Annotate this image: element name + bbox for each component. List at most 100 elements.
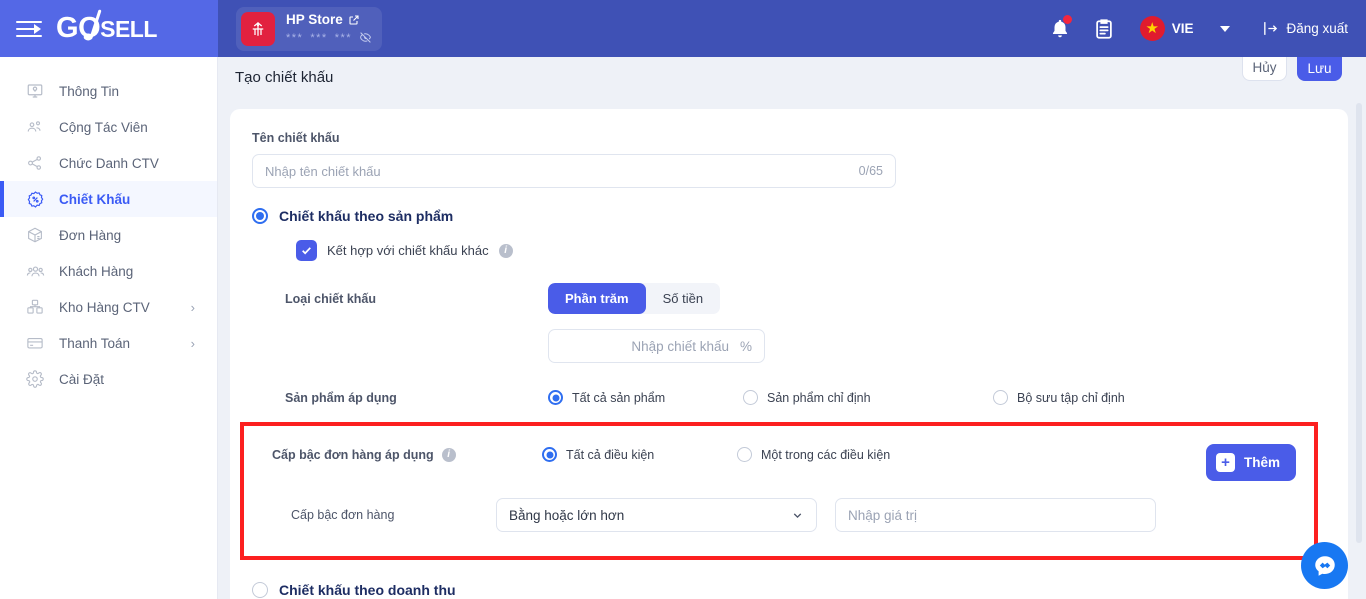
top-bar-actions: ★ VIE Đăng xuất (1038, 9, 1348, 49)
collaborators-icon (24, 117, 46, 137)
masked-2: *** (310, 31, 328, 44)
check-icon (302, 247, 311, 255)
amount-placeholder: Nhập chiết khấu (631, 338, 729, 354)
sidebar-item-label: Thanh Toán (59, 335, 131, 351)
product-discount-radio[interactable] (252, 208, 268, 224)
info-icon[interactable]: i (498, 243, 513, 258)
order-tier-value-row: Cấp bậc đơn hàng Bằng hoặc lớn hơn Nhập … (244, 498, 1314, 532)
sidebar-item-khach-hang[interactable]: Khách Hàng (0, 253, 217, 289)
eye-off-icon[interactable] (359, 31, 372, 44)
order-tier-operator-select[interactable]: Bằng hoặc lớn hơn (496, 498, 817, 532)
credit-card-icon (24, 333, 46, 353)
content-area: Tên chiết khấu Nhập tên chiết khấu 0/65 … (218, 97, 1366, 599)
chevron-right-icon[interactable]: › (191, 300, 195, 315)
tier-radio-all[interactable] (542, 447, 557, 462)
warehouse-icon (24, 297, 46, 317)
sidebar-item-label: Khách Hàng (59, 263, 134, 279)
discount-type-group: Loại chiết khấu Phần trăm Số tiền Nhập c… (230, 283, 1348, 363)
apply-radio-all[interactable] (548, 390, 563, 405)
combine-label: Kết hợp với chiết khấu khác (327, 243, 489, 258)
apply-label-collection: Bộ sưu tập chỉ định (1017, 390, 1125, 405)
top-bar: GOSELL HP Store *** *** *** ★ VIE Đăng x… (0, 0, 1366, 57)
apply-label-all: Tất cả sản phẩm (572, 390, 666, 405)
store-selector[interactable]: HP Store *** *** *** (236, 6, 383, 51)
discount-gear-icon (24, 189, 46, 209)
revenue-discount-label: Chiết khấu theo doanh thu (279, 582, 456, 598)
customers-icon (24, 261, 46, 281)
applied-products-group: Sản phẩm áp dụng Tất cả sản phẩm Sản phẩ… (230, 390, 1348, 405)
revenue-discount-radio[interactable] (252, 582, 268, 598)
language-selector[interactable]: ★ VIE (1139, 16, 1231, 41)
info-icon[interactable]: i (441, 447, 456, 462)
logo-g: G (56, 12, 79, 44)
add-tier-label: Thêm (1243, 455, 1280, 470)
store-name-row: HP Store (286, 12, 372, 28)
plus-icon: + (1215, 453, 1235, 472)
sidebar-item-thanh-toan[interactable]: Thanh Toán › (0, 325, 217, 361)
tier-option-all[interactable]: Tất cả điều kiện (542, 447, 737, 462)
notification-bell-icon[interactable] (1038, 9, 1082, 49)
logout-label: Đăng xuất (1286, 21, 1348, 36)
sidebar-item-label: Đơn Hàng (59, 227, 122, 243)
sidebar-item-thong-tin[interactable]: Thông Tin (0, 73, 217, 109)
order-tier-label: Cấp bậc đơn hàng áp dụng (272, 447, 434, 462)
name-field-group: Tên chiết khấu Nhập tên chiết khấu 0/65 (230, 131, 1348, 188)
vietnam-flag-icon: ★ (1139, 16, 1165, 41)
add-tier-button[interactable]: + Thêm (1205, 444, 1296, 481)
apply-radio-collection[interactable] (993, 390, 1008, 405)
discount-amount-input[interactable]: Nhập chiết khấu % (548, 329, 765, 363)
sidebar-item-label: Cài Đặt (59, 371, 105, 387)
sidebar-item-label: Kho Hàng CTV (59, 299, 150, 315)
product-discount-option[interactable]: Chiết khấu theo sản phẩm (230, 208, 1348, 224)
brand-area: GOSELL (0, 0, 218, 57)
page-header: Tạo chiết khấu Hủy Lưu (218, 47, 1366, 97)
tier-label-all: Tất cả điều kiện (566, 447, 655, 462)
discount-name-input[interactable]: Nhập tên chiết khấu 0/65 (252, 154, 896, 188)
role-share-icon (24, 153, 46, 173)
gear-icon (24, 369, 46, 389)
sidebar-item-label: Cộng Tác Viên (59, 119, 148, 135)
sidebar-item-kho-hang-ctv[interactable]: Kho Hàng CTV › (0, 289, 217, 325)
chevron-down-icon[interactable] (1220, 25, 1231, 32)
tier-option-one[interactable]: Một trong các điều kiện (737, 447, 890, 462)
masked-3: *** (334, 31, 353, 44)
apply-option-all[interactable]: Tất cả sản phẩm (548, 390, 743, 405)
order-tier-value-input[interactable]: Nhập giá trị (835, 498, 1156, 532)
apply-option-collection[interactable]: Bộ sưu tập chỉ định (993, 390, 1125, 405)
box-order-icon (24, 225, 46, 245)
apply-option-specific[interactable]: Sản phẩm chỉ định (743, 390, 993, 405)
sidebar-item-don-hang[interactable]: Đơn Hàng (0, 217, 217, 253)
sidebar-item-chuc-danh-ctv[interactable]: Chức Danh CTV (0, 145, 217, 181)
type-option-percent[interactable]: Phần trăm (548, 283, 646, 314)
chevron-down-icon (793, 512, 802, 518)
page-title: Tạo chiết khấu (235, 68, 334, 86)
discount-type-toggle[interactable]: Phần trăm Số tiền (548, 283, 721, 314)
hamburger-menu-icon[interactable] (16, 19, 42, 39)
order-tier-label-group: Cấp bậc đơn hàng áp dụng i (272, 447, 542, 462)
sidebar-item-label: Thông Tin (59, 83, 120, 99)
chevron-right-icon[interactable]: › (191, 336, 195, 351)
clipboard-list-icon[interactable] (1082, 9, 1126, 49)
store-masked-id: *** *** *** (286, 31, 372, 44)
vertical-scrollbar[interactable] (1356, 103, 1362, 543)
tier-radio-one[interactable] (737, 447, 752, 462)
masked-1: *** (286, 31, 304, 44)
language-label: VIE (1171, 21, 1194, 36)
sidebar: Thông Tin Cộng Tác Viên Chức Danh CTV Ch… (0, 57, 218, 599)
chat-widget-button[interactable] (1301, 542, 1348, 589)
operator-value: Bằng hoặc lớn hơn (509, 507, 625, 523)
logout-button[interactable]: Đăng xuất (1262, 20, 1348, 37)
gosell-logo: GOSELL (56, 9, 157, 45)
amount-unit: % (739, 338, 752, 354)
revenue-discount-option[interactable]: Chiết khấu theo doanh thu (230, 582, 1348, 598)
sidebar-item-label: Chiết Khấu (59, 191, 131, 207)
sidebar-item-cong-tac-vien[interactable]: Cộng Tác Viên (0, 109, 217, 145)
apply-radio-specific[interactable] (743, 390, 758, 405)
combine-discount-row[interactable]: Kết hợp với chiết khấu khác i (230, 240, 1348, 261)
external-link-icon[interactable] (348, 14, 360, 26)
sidebar-item-chiet-khau[interactable]: Chiết Khấu (0, 181, 217, 217)
type-option-amount[interactable]: Số tiền (646, 283, 720, 314)
combine-checkbox[interactable] (296, 240, 317, 261)
applied-products-label: Sản phẩm áp dụng (285, 390, 397, 405)
sidebar-item-cai-dat[interactable]: Cài Đặt (0, 361, 217, 397)
